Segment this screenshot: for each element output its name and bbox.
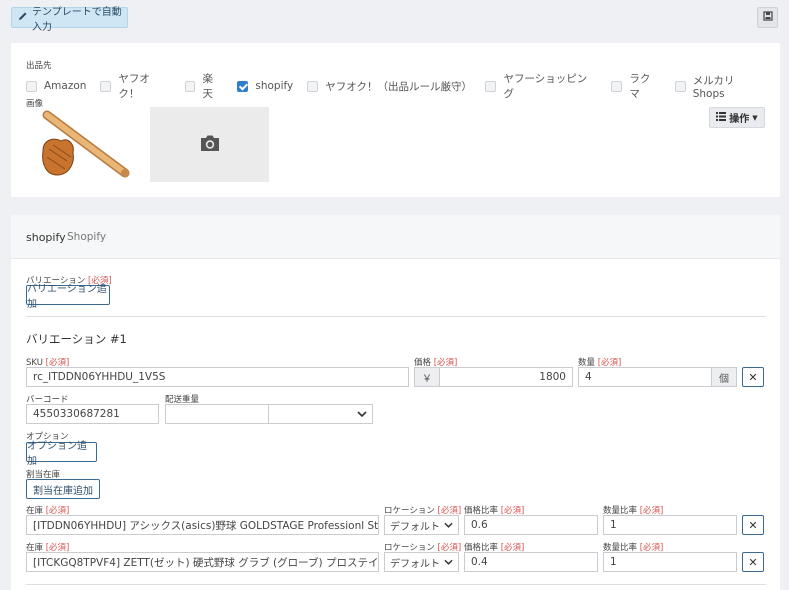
checkbox-shopify[interactable] [237,80,249,92]
channels-label: 出品先 [26,61,52,71]
list-icon [716,111,727,124]
add-variation-button[interactable]: バリエーション追加 [26,284,110,310]
channel-yahoo-shopping[interactable]: ヤフーショッピング [485,71,597,101]
product-image-thumbnail[interactable] [39,109,131,181]
channel-yahoo-auction[interactable]: ヤフオク！ [100,71,170,101]
checkbox-yahoo-auction[interactable] [100,80,112,92]
barcode-input[interactable]: 4550330687281 [26,404,159,424]
pencil-icon [18,11,28,24]
checkbox-rakuten[interactable] [184,80,196,92]
save-button[interactable] [757,7,778,28]
close-icon: ✕ [748,518,758,532]
quantity-input[interactable]: 4 [578,367,712,387]
operations-label: 操作 [729,114,750,125]
price-ratio-input[interactable]: 0.4 [464,552,598,572]
ship-weight-input[interactable] [165,404,269,424]
template-autofill-label: テンプレートで自動入力 [32,6,122,33]
remove-stock-button[interactable]: ✕ [742,552,764,572]
quantity-unit-addon: 個 [711,367,737,387]
add-allocated-stock-button[interactable]: 割当在庫追加 [26,479,100,499]
location-select[interactable]: デフォルト [384,552,459,572]
caret-down-icon: ▼ [752,113,758,122]
chevron-down-icon [357,409,367,420]
chevron-down-icon [444,557,453,568]
checkbox-yahoo-shopping[interactable] [485,80,497,92]
remove-variation-button[interactable]: ✕ [742,367,764,387]
stock-item-input[interactable]: [ITDDN06YHHDU] アシックス(asics)野球 GOLDSTAGE … [26,515,379,535]
ship-weight-unit-select[interactable] [268,404,373,424]
add-photo-placeholder[interactable] [150,107,269,182]
price-ratio-input[interactable]: 0.6 [464,515,598,535]
channel-rakuma[interactable]: ラクマ [611,71,660,101]
variation-title: バリエーション #1 [26,332,127,346]
channel-shopify[interactable]: shopify [237,80,293,92]
checkbox-rakuma[interactable] [611,80,623,92]
shopify-card-header: shopify Shopify [11,215,780,259]
currency-yen-addon: ￥ [414,367,440,387]
add-option-button[interactable]: オプション追加 [26,441,97,467]
remove-stock-button[interactable]: ✕ [742,515,764,535]
price-input[interactable]: 1800 [439,367,573,387]
quantity-ratio-input[interactable]: 1 [603,515,737,535]
channel-yahoo-auction-strict[interactable]: ヤフオク！（出品ルール厳守） [307,79,472,94]
camera-icon [199,134,221,155]
template-autofill-button[interactable]: テンプレートで自動入力 [11,7,128,33]
sku-input[interactable]: rc_ITDDN06YHHDU_1V5S [26,367,409,387]
stock-item-input[interactable]: [ITCKGQ8TPVF4] ZETT(ゼット) 硬式野球 グラブ (グローブ)… [26,552,379,572]
channel-amazon[interactable]: Amazon [26,80,86,92]
close-icon: ✕ [748,555,758,569]
chevron-down-icon [444,520,453,531]
images-label: 画像 [26,99,44,109]
close-icon: ✕ [748,370,758,384]
checkbox-amazon[interactable] [26,80,37,92]
location-select[interactable]: デフォルト [384,515,459,535]
divider [26,316,766,317]
quantity-ratio-input[interactable]: 1 [603,552,737,572]
operations-dropdown-button[interactable]: 操作 ▼ [709,107,765,128]
shopify-subtitle: Shopify [67,231,107,243]
divider [26,584,766,585]
channel-mercari-shops[interactable]: メルカリShops [674,73,766,100]
checkbox-mercari-shops[interactable] [674,80,686,92]
channel-rakuten[interactable]: 楽天 [184,71,224,101]
shopify-title: shopify [26,231,66,244]
shopify-card: shopify Shopify バリエーション [必須] バリエーション追加 バ… [11,215,780,590]
channel-checkbox-row: Amazon ヤフオク！ 楽天 shopify ヤフオク！（出品ルール厳守） ヤ… [26,71,780,101]
bat-and-glove-image [42,110,130,178]
checkbox-yahoo-auction-strict[interactable] [307,80,319,92]
floppy-disk-icon [762,11,773,24]
listing-targets-card: 出品先 Amazon ヤフオク！ 楽天 shopify ヤフオク！（出品ルール厳… [11,43,780,197]
